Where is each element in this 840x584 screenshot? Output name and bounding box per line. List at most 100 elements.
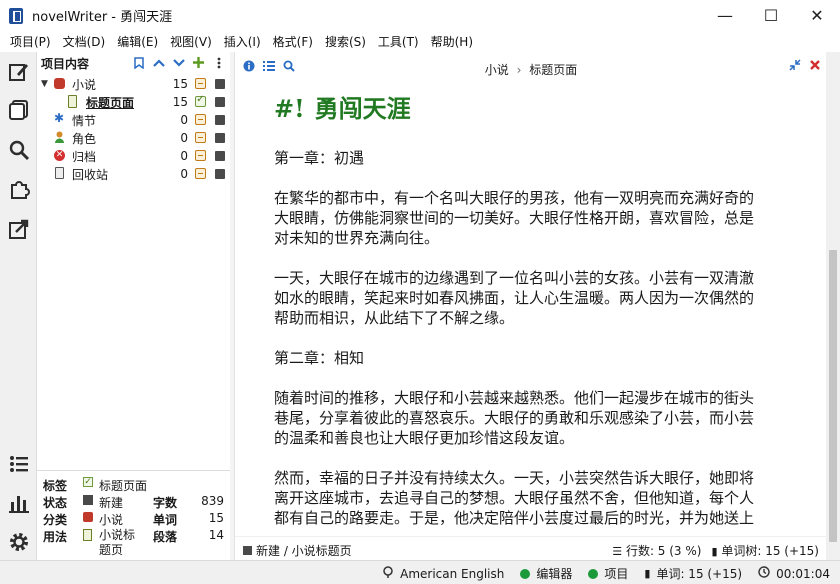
tree-item-label: 小说 bbox=[72, 77, 97, 92]
add-icon[interactable] bbox=[191, 55, 206, 70]
trash-icon bbox=[55, 167, 64, 179]
stats-icon[interactable] bbox=[7, 491, 31, 515]
tree-item-count: 0 bbox=[180, 113, 188, 127]
tree-item-count: 15 bbox=[172, 95, 188, 109]
bookmark-icon[interactable] bbox=[131, 55, 146, 70]
novel-icon bbox=[54, 78, 65, 89]
tree-item-character[interactable]: 角色 0 bbox=[37, 129, 230, 147]
word-count-status: ▮ 单词: 15 (+15) bbox=[644, 565, 742, 582]
breadcrumb: 小说 › 标题页面 bbox=[235, 61, 827, 78]
search-icon[interactable] bbox=[7, 138, 31, 162]
chapter-heading: 第二章：相知 bbox=[274, 349, 365, 367]
tree-item-label: 回收站 bbox=[72, 167, 109, 182]
spellcheck-icon bbox=[382, 566, 394, 581]
menu-search[interactable]: 搜索(S) bbox=[321, 33, 370, 50]
menu-project[interactable]: 项目(P) bbox=[6, 33, 55, 50]
editor-status: 编辑器 bbox=[520, 565, 572, 582]
menu-view[interactable]: 视图(V) bbox=[166, 33, 216, 50]
tree-item-label: 归档 bbox=[72, 149, 97, 164]
document-icon bbox=[68, 95, 77, 108]
details-chars-key: 字数 bbox=[153, 496, 178, 510]
editor-scrollbar[interactable] bbox=[826, 52, 840, 560]
document-title: #! 勇闯天涯 bbox=[274, 92, 790, 130]
close-document-icon[interactable] bbox=[809, 59, 821, 74]
project-status-label: 项目 bbox=[604, 567, 629, 581]
status-bar: American English 编辑器 项目 ▮ 单词: 15 (+15) 0… bbox=[0, 560, 840, 584]
tree-item-trash[interactable]: 回收站 0 bbox=[37, 165, 230, 183]
close-button[interactable]: ✕ bbox=[794, 0, 840, 31]
tree-item-novel[interactable]: ▼ 小说 15 bbox=[37, 75, 230, 93]
project-status-dot bbox=[588, 568, 599, 579]
status-draft-icon bbox=[195, 78, 206, 89]
menu-format[interactable]: 格式(F) bbox=[269, 33, 317, 50]
menu-insert[interactable]: 插入(I) bbox=[220, 33, 265, 50]
window-controls: — ☐ ✕ bbox=[702, 0, 840, 31]
outline-icon[interactable] bbox=[7, 98, 31, 122]
list-icon[interactable] bbox=[7, 452, 31, 476]
menu-help[interactable]: 帮助(H) bbox=[427, 33, 477, 50]
importance-icon bbox=[215, 133, 225, 143]
menu-tools[interactable]: 工具(T) bbox=[374, 33, 423, 50]
window-title: novelWriter - 勇闯天涯 bbox=[32, 10, 173, 25]
document-icon bbox=[83, 529, 92, 541]
tree-item-label: 标题页面 bbox=[86, 95, 135, 110]
tree-item-plot[interactable]: ✱ 情节 0 bbox=[37, 111, 230, 129]
details-status-key: 状态 bbox=[43, 496, 68, 510]
status-square-icon bbox=[243, 546, 252, 555]
breadcrumb-document[interactable]: 标题页面 bbox=[529, 63, 577, 77]
plot-icon: ✱ bbox=[54, 111, 65, 125]
details-words-key: 单词 bbox=[153, 513, 178, 527]
importance-icon bbox=[215, 151, 225, 161]
more-icon[interactable] bbox=[211, 55, 226, 70]
details-paras-value: 14 bbox=[208, 528, 224, 542]
title-marker: #! bbox=[274, 94, 305, 123]
export-icon[interactable] bbox=[7, 217, 31, 241]
details-status-value: 新建 bbox=[99, 496, 124, 510]
details-paras-key: 段落 bbox=[153, 530, 178, 544]
move-down-icon[interactable] bbox=[171, 55, 186, 70]
tree-item-archive[interactable]: ✕ 归档 0 bbox=[37, 147, 230, 165]
importance-icon bbox=[215, 169, 225, 179]
word-count-label: 单词: 15 (+15) bbox=[656, 567, 743, 581]
plugin-icon[interactable] bbox=[7, 177, 31, 201]
paragraph: 一天，大眼仔在城市的边缘遇到了一位名叫小芸的女孩。小芸有一双清澈 如水的眼睛，笑… bbox=[274, 269, 755, 327]
maximize-button[interactable]: ☐ bbox=[748, 0, 794, 31]
side-rail bbox=[0, 52, 37, 560]
editor-status-dot bbox=[520, 568, 531, 579]
expand-arrow-icon[interactable]: ▼ bbox=[41, 79, 48, 89]
minimize-button[interactable]: — bbox=[702, 0, 748, 31]
editor-footer: 新建 / 小说标题页 ☰ 行数: 5 (3 %) ▮ 单词树: 15 (+15) bbox=[235, 536, 827, 560]
project-tree-title: 项目内容 bbox=[41, 56, 90, 71]
move-up-icon[interactable] bbox=[151, 55, 166, 70]
tree-item-label: 角色 bbox=[72, 131, 97, 146]
details-class-key: 分类 bbox=[43, 513, 68, 527]
menu-edit[interactable]: 编辑(E) bbox=[113, 33, 162, 50]
scrollbar-thumb[interactable] bbox=[829, 250, 837, 542]
title-text: 勇闯天涯 bbox=[314, 94, 411, 123]
editor-header: 小说 › 标题页面 bbox=[235, 52, 827, 82]
importance-icon bbox=[215, 97, 225, 107]
menu-document[interactable]: 文档(D) bbox=[59, 33, 110, 50]
tree-item-title-page[interactable]: 标题页面 15 bbox=[37, 93, 230, 111]
footer-status: 新建 / 小说标题页 bbox=[256, 544, 352, 558]
footer-lines-text: 行数: 5 (3 %) bbox=[625, 544, 702, 558]
edit-icon[interactable] bbox=[7, 60, 31, 84]
language-status[interactable]: American English bbox=[382, 566, 504, 581]
breadcrumb-separator: › bbox=[516, 63, 522, 77]
paragraph: 然而，幸福的日子并没有持续太久。一天，小芸突然告诉大眼仔，她即将 离开这座城市，… bbox=[274, 469, 755, 527]
settings-icon[interactable] bbox=[7, 530, 31, 554]
tree-item-count: 15 bbox=[172, 77, 188, 91]
clock-icon bbox=[758, 566, 770, 581]
breadcrumb-root[interactable]: 小说 bbox=[485, 63, 509, 77]
title-bar: novelWriter - 勇闯天涯 — ☐ ✕ bbox=[0, 0, 840, 31]
archive-icon: ✕ bbox=[54, 150, 65, 161]
minimize-editor-icon[interactable] bbox=[789, 59, 801, 74]
editor-text-area[interactable]: #! 勇闯天涯 第一章：初遇 在繁华的都市中，有一个名叫大眼仔的男孩，他有一双明亮… bbox=[274, 92, 790, 532]
item-details-panel: 标签 ✓ 标题页面 状态 新建 字数 839 分类 小说 单词 15 用法 小说… bbox=[37, 470, 230, 560]
status-draft-icon bbox=[195, 168, 206, 179]
session-time: 00:01:04 bbox=[776, 566, 830, 581]
details-usage-key: 用法 bbox=[43, 530, 68, 544]
app-icon bbox=[9, 7, 23, 24]
importance-icon bbox=[215, 79, 225, 89]
lines-icon: ☰ bbox=[612, 545, 623, 558]
